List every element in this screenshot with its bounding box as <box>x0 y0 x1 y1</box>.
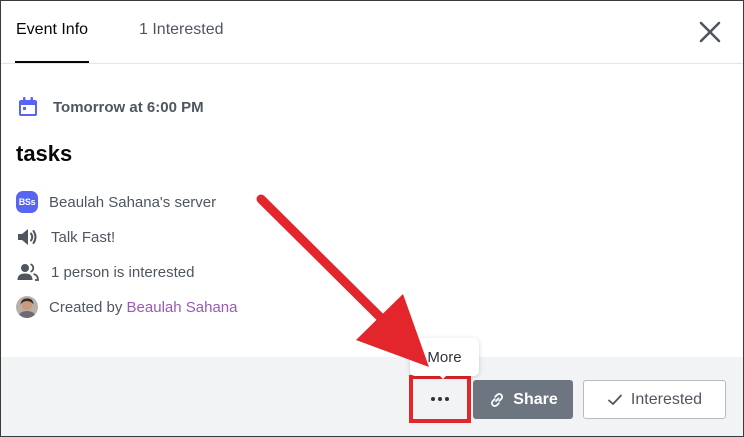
tab-interested[interactable]: 1 Interested <box>139 21 224 39</box>
share-button-label: Share <box>513 390 558 408</box>
event-server-row: BSs Beaulah Sahana's server <box>16 190 216 214</box>
event-title: tasks <box>16 141 73 166</box>
event-channel-row: Talk Fast! <box>16 225 115 249</box>
modal-header: Event Info 1 Interested <box>1 1 743 64</box>
active-tab-indicator <box>15 61 89 63</box>
checkmark-icon <box>608 394 622 405</box>
link-icon <box>491 392 504 407</box>
event-creator-row: Created by Beaulah Sahana <box>16 295 237 319</box>
more-button[interactable] <box>409 375 471 423</box>
tab-event-info[interactable]: Event Info <box>16 21 88 39</box>
event-details-modal: Event Info 1 Interested Tomorrow at 6:00… <box>0 0 744 437</box>
calendar-icon <box>19 97 37 116</box>
event-datetime: Tomorrow at 6:00 PM <box>53 98 204 116</box>
server-name: Beaulah Sahana's server <box>49 193 217 211</box>
interested-count: 1 person is interested <box>51 263 195 281</box>
event-datetime-row: Tomorrow at 6:00 PM <box>17 95 204 119</box>
speaker-icon <box>18 229 37 245</box>
created-by-text: Created by Beaulah Sahana <box>49 299 237 316</box>
close-icon <box>699 21 721 43</box>
created-by-label: Created by <box>49 298 123 316</box>
event-interested-row: 1 person is interested <box>16 260 194 284</box>
interested-button-label: Interested <box>630 390 703 408</box>
tooltip-arrow <box>437 373 449 379</box>
more-tooltip: More <box>410 338 479 376</box>
creator-avatar[interactable] <box>16 296 38 318</box>
creator-name-link[interactable]: Beaulah Sahana <box>127 299 238 316</box>
close-button[interactable] <box>697 19 723 45</box>
share-button[interactable]: Share <box>473 380 573 419</box>
people-icon <box>17 263 39 281</box>
interested-button[interactable]: Interested <box>583 380 726 419</box>
more-dots-icon <box>431 397 449 401</box>
channel-name: Talk Fast! <box>51 228 116 246</box>
server-icon: BSs <box>16 191 38 213</box>
